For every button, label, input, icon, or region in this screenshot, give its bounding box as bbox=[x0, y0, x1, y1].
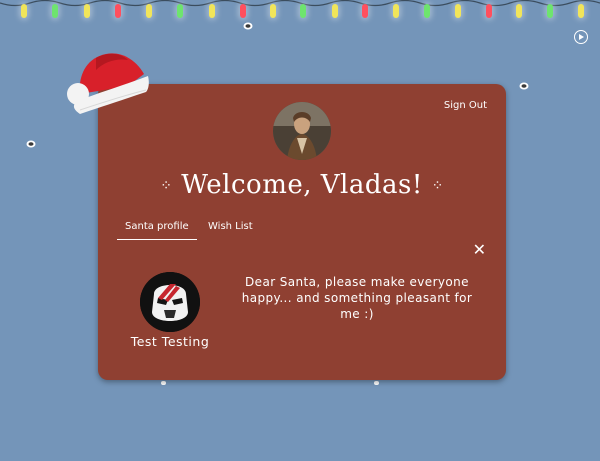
light-bulb bbox=[21, 4, 27, 18]
snowflake-icon bbox=[26, 140, 36, 148]
light-bulb bbox=[486, 4, 492, 18]
light-bulb bbox=[516, 4, 522, 18]
decoration-right: ⁘ bbox=[431, 178, 444, 194]
welcome-text: Welcome, Vladas! bbox=[181, 170, 423, 200]
light-bulb bbox=[84, 4, 90, 18]
light-bulb bbox=[209, 4, 215, 18]
light-bulb bbox=[177, 4, 183, 18]
light-bulb bbox=[115, 4, 121, 18]
play-icon[interactable] bbox=[574, 30, 588, 44]
decoration-left: ⁘ bbox=[160, 178, 173, 194]
user-avatar bbox=[140, 272, 200, 332]
tab-santa-profile[interactable]: Santa profile bbox=[117, 217, 197, 240]
light-bulb bbox=[146, 4, 152, 18]
light-bulb bbox=[270, 4, 276, 18]
light-bulb bbox=[240, 4, 246, 18]
light-bulb bbox=[455, 4, 461, 18]
close-icon[interactable]: ✕ bbox=[473, 242, 486, 258]
profile-card: Sign Out ⁘ Welcome, Vladas! ⁘ Santa prof… bbox=[98, 84, 506, 380]
light-bulb bbox=[578, 4, 584, 18]
santa-hat-icon bbox=[66, 46, 150, 118]
light-bulb bbox=[300, 4, 306, 18]
snowflake-icon bbox=[374, 381, 379, 385]
light-bulb bbox=[424, 4, 430, 18]
snowflake-icon bbox=[243, 22, 253, 30]
sign-out-button[interactable]: Sign Out bbox=[444, 100, 487, 111]
snowflake-icon bbox=[519, 82, 529, 90]
tab-wish-list[interactable]: Wish List bbox=[200, 217, 261, 239]
light-bulb bbox=[362, 4, 368, 18]
wish-message: Dear Santa, please make everyone happy..… bbox=[241, 275, 473, 321]
snowflake-icon bbox=[161, 381, 166, 385]
christmas-lights bbox=[0, 0, 600, 28]
user-name: Test Testing bbox=[130, 334, 210, 349]
light-bulb bbox=[52, 4, 58, 18]
welcome-heading: ⁘ Welcome, Vladas! ⁘ bbox=[98, 170, 506, 200]
light-bulb bbox=[332, 4, 338, 18]
light-bulb bbox=[393, 4, 399, 18]
light-bulb bbox=[547, 4, 553, 18]
avatar bbox=[273, 102, 331, 160]
